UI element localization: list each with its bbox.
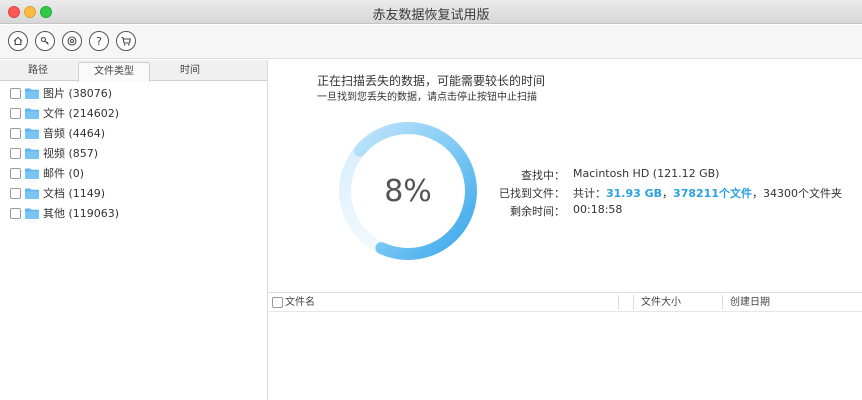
column-separator [633,295,634,310]
folder-icon [25,108,39,119]
tree-item-audio[interactable]: 音频 (4464) [10,124,105,142]
folder-icon [25,168,39,179]
tab-file-type[interactable]: 文件类型 [78,62,150,82]
select-all-checkbox[interactable] [272,297,283,308]
tree-item-checkbox[interactable] [10,187,21,199]
tree-item-files[interactable]: 文件 (214602) [10,104,119,122]
lifebuoy-icon [67,36,77,46]
column-separator [722,295,723,310]
searching-value: Macintosh HD (121.12 GB) [573,167,720,180]
scan-panel: 正在扫描丢失的数据，可能需要较长的时间 一旦找到您丢失的数据，请点击停止按钮中止… [269,60,862,400]
tree-item-video[interactable]: 视频 (857) [10,144,98,162]
tree-item-documents[interactable]: 文档 (1149) [10,184,105,202]
tree-item-label: 文档 (1149) [43,187,106,200]
window-title: 赤友数据恢复试用版 [372,8,490,23]
tree-item-label: 邮件 (0) [43,167,85,180]
toolbar: ? [0,25,862,59]
searching-row: 查找中： Macintosh HD (121.12 GB) [485,167,825,183]
tree-item-checkbox[interactable] [10,167,21,179]
tree-item-label: 图片 (38076) [43,87,113,100]
found-value: 共计：31.93 GB，378211个文件，34300个文件夹 [573,185,842,201]
column-separator [618,295,619,310]
file-list[interactable] [269,313,862,400]
tree-item-other[interactable]: 其他 (119063) [10,204,119,222]
column-file-size[interactable]: 文件大小 [641,293,681,312]
help-button[interactable]: ? [89,31,109,51]
tree-item-label: 视频 (857) [43,147,99,160]
found-label: 已找到文件： [499,187,565,200]
found-size: 31.93 GB [606,187,663,200]
tree-item-checkbox[interactable] [10,127,21,139]
folder-icon [25,148,39,159]
tree-item-label: 文件 (214602) [43,107,120,120]
folder-icon [25,188,39,199]
cart-icon [121,36,131,46]
progress-percent: 8% [384,173,432,209]
column-created-date[interactable]: 创建日期 [730,293,770,312]
found-files: 378211个文件 [673,187,752,200]
tab-path[interactable]: 路径 [0,60,76,81]
found-row: 已找到文件： 共计：31.93 GB，378211个文件，34300个文件夹 [485,185,842,201]
folder-icon [25,88,39,99]
tree-item-label: 音频 (4464) [43,127,106,140]
buy-button[interactable] [116,31,136,51]
tree-item-checkbox[interactable] [10,207,21,219]
folder-icon [25,208,39,219]
tree-item-checkbox[interactable] [10,147,21,159]
app-window: 赤友数据恢复试用版 ? 路径 文件类型 时间 图片 (38076) 文件 (21… [0,0,862,400]
column-file-name[interactable]: 文件名 [285,293,315,312]
remaining-value: 00:18:58 [573,203,623,216]
support-button[interactable] [62,31,82,51]
file-list-header: 文件名 文件大小 创建日期 [269,292,862,312]
folder-icon [25,128,39,139]
found-prefix: 共计： [573,187,606,200]
view-tabs: 路径 文件类型 时间 [0,60,267,82]
tree-item-checkbox[interactable] [10,107,21,119]
tree-item-checkbox[interactable] [10,87,21,99]
home-icon [13,36,23,46]
left-panel: 路径 文件类型 时间 图片 (38076) 文件 (214602) 音频 (44… [0,60,268,400]
remaining-row: 剩余时间： 00:18:58 [485,203,825,219]
key-icon [40,36,49,45]
tree-item-label: 其他 (119063) [43,207,120,220]
tab-time[interactable]: 时间 [152,60,228,81]
scan-subtitle: 一旦找到您丢失的数据，请点击停止按钮中止扫描 [317,92,537,103]
help-icon: ? [96,34,102,48]
scan-title: 正在扫描丢失的数据，可能需要较长的时间 [317,74,546,88]
remaining-label: 剩余时间： [510,205,565,218]
title-bar: 赤友数据恢复试用版 [0,0,862,24]
searching-label: 查找中： [521,169,565,182]
found-separator: ， [662,187,674,200]
home-button[interactable] [8,31,28,51]
found-folders: ，34300个文件夹 [751,187,842,200]
tree-item-images[interactable]: 图片 (38076) [10,84,112,102]
register-key-button[interactable] [35,31,55,51]
tree-item-email[interactable]: 邮件 (0) [10,164,84,182]
